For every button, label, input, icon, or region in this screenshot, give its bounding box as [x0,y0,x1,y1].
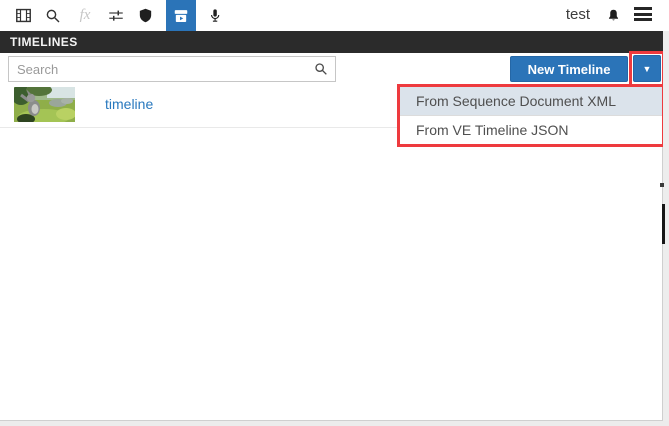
new-timeline-caret-button[interactable]: ▼ [633,55,661,82]
shield-icon[interactable] [135,0,155,31]
page-title: TIMELINES [0,35,78,49]
user-menu[interactable]: test [566,6,590,23]
microphone-icon[interactable] [205,0,225,31]
search-icon[interactable] [42,0,64,31]
sliders-icon[interactable] [105,0,127,31]
timeline-thumbnail[interactable] [14,87,75,122]
menu-item-from-sequence-document-xml[interactable]: From Sequence Document XML [400,87,662,115]
menu-item-from-ve-timeline-json[interactable]: From VE Timeline JSON [400,116,662,144]
fx-glyph: fx [80,7,91,24]
scrollbar-thumb[interactable] [662,204,665,244]
archive-play-icon [171,6,191,26]
timeline-item-link[interactable]: timeline [105,96,153,112]
search-submit-icon[interactable] [313,61,329,82]
scrollbar-dot [660,183,664,187]
new-timeline-button[interactable]: New Timeline [510,56,628,82]
search-input[interactable] [8,56,336,82]
app-window: fx [0,0,669,426]
fx-icon[interactable]: fx [73,0,97,31]
notifications-bell-icon[interactable] [602,0,624,31]
menu-icon[interactable] [634,7,652,24]
top-navbar: fx [0,0,669,31]
search-box [8,56,336,82]
tab-timelines-active[interactable] [166,0,196,31]
bottom-edge [0,421,669,426]
filmstrip-icon[interactable] [12,0,34,31]
dropdown-annotation-box: From Sequence Document XML From VE Timel… [397,84,665,147]
section-header: TIMELINES [0,31,663,53]
